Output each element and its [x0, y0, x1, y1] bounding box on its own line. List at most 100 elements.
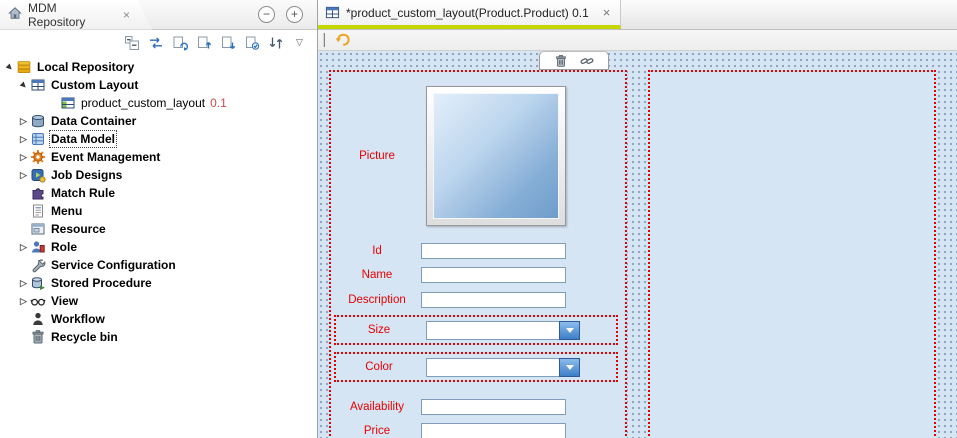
repository-tree: Local Repository Custom Layout product_c…	[0, 55, 317, 438]
availability-input[interactable]	[421, 399, 566, 415]
gear-icon	[30, 149, 46, 165]
availability-field-row[interactable]: Availability	[333, 399, 623, 415]
id-input[interactable]	[421, 243, 566, 259]
chevron-down-icon[interactable]	[559, 321, 580, 340]
repository-toolbar	[0, 30, 317, 55]
region-action-toolbar	[539, 51, 609, 70]
tree-item-service-configuration[interactable]: Service Configuration	[0, 256, 317, 274]
expander-icon[interactable]	[17, 292, 30, 310]
refresh-icon[interactable]	[168, 32, 191, 53]
custom-layout-icon	[30, 77, 46, 93]
size-dropdown-value	[426, 321, 559, 340]
expander-spacer	[47, 94, 60, 112]
repository-tab-title: MDM Repository	[28, 1, 115, 29]
undo-icon[interactable]	[333, 31, 353, 49]
check-in-icon[interactable]	[192, 32, 215, 53]
panel-window-buttons: − +	[258, 6, 303, 23]
tab-mdm-repository[interactable]: MDM Repository ×	[0, 0, 152, 30]
description-input[interactable]	[421, 292, 566, 308]
tree-item-product-custom-layout[interactable]: product_custom_layout 0.1	[0, 94, 317, 112]
data-model-icon	[30, 131, 46, 147]
expander-spacer	[17, 256, 30, 274]
close-icon[interactable]: ×	[123, 8, 130, 22]
description-field-label: Description	[333, 294, 421, 306]
stored-procedure-icon	[30, 275, 46, 291]
update-icon[interactable]	[240, 32, 263, 53]
editor-tabbar: *product_custom_layout(Product.Product) …	[318, 0, 957, 30]
layout-canvas[interactable]: Picture Id Name Description	[318, 51, 957, 438]
link-with-editor-icon[interactable]	[144, 32, 167, 53]
tree-item-job-designs[interactable]: Job Designs	[0, 166, 317, 184]
expander-spacer	[17, 184, 30, 202]
document-icon	[30, 203, 46, 219]
editor-tab-title: *product_custom_layout(Product.Product) …	[346, 6, 589, 20]
size-field-label: Size	[336, 324, 422, 336]
trash-icon	[30, 329, 46, 345]
tree-item-data-model[interactable]: Data Model	[0, 130, 317, 148]
price-field-label: Price	[333, 425, 421, 437]
color-dropdown[interactable]	[426, 358, 580, 377]
description-field-row[interactable]: Description	[333, 292, 623, 308]
tree-item-local-repository[interactable]: Local Repository	[0, 58, 317, 76]
job-designs-icon	[30, 167, 46, 183]
sort-icon[interactable]	[264, 32, 287, 53]
expander-icon[interactable]	[17, 238, 30, 256]
tree-item-data-container[interactable]: Data Container	[0, 112, 317, 130]
maximize-button[interactable]: +	[286, 6, 303, 23]
form-region[interactable]: Picture Id Name Description	[329, 70, 627, 438]
expander-icon[interactable]	[17, 274, 30, 292]
name-input[interactable]	[421, 267, 566, 283]
price-input[interactable]	[421, 423, 566, 438]
chevron-down-icon[interactable]	[559, 358, 580, 377]
window-icon	[30, 221, 46, 237]
tree-item-role[interactable]: Role	[0, 238, 317, 256]
tree-item-stored-procedure[interactable]: Stored Procedure	[0, 274, 317, 292]
check-out-icon[interactable]	[216, 32, 239, 53]
picture-field-label: Picture	[333, 150, 421, 162]
id-field-row[interactable]: Id	[333, 243, 623, 259]
picture-field-row[interactable]: Picture	[333, 86, 623, 226]
application-window: MDM Repository × − +	[0, 0, 957, 438]
tree-item-menu[interactable]: Menu	[0, 202, 317, 220]
editor-area: *product_custom_layout(Product.Product) …	[318, 0, 957, 438]
tree-item-recycle-bin[interactable]: Recycle bin	[0, 328, 317, 346]
view-menu-icon[interactable]	[288, 32, 311, 53]
minimize-button[interactable]: −	[258, 6, 275, 23]
data-container-icon	[30, 113, 46, 129]
expander-icon[interactable]	[17, 112, 30, 130]
layout-editor-icon	[325, 5, 340, 20]
empty-region[interactable]	[648, 70, 936, 438]
size-subregion[interactable]: Size	[334, 315, 618, 345]
expander-icon[interactable]	[17, 76, 30, 94]
expander-icon[interactable]	[3, 58, 16, 76]
link-icon[interactable]	[580, 54, 594, 68]
editor-toolbar	[318, 30, 957, 51]
toolbar-grip	[323, 33, 327, 47]
expander-icon[interactable]	[17, 166, 30, 184]
delete-region-icon[interactable]	[554, 54, 568, 68]
tree-item-event-management[interactable]: Event Management	[0, 148, 317, 166]
expander-spacer	[17, 328, 30, 346]
expander-spacer	[17, 310, 30, 328]
name-field-row[interactable]: Name	[333, 267, 623, 283]
tree-item-custom-layout[interactable]: Custom Layout	[0, 76, 317, 94]
availability-field-label: Availability	[333, 401, 421, 413]
close-icon[interactable]: ×	[603, 5, 611, 20]
expander-icon[interactable]	[17, 148, 30, 166]
tree-item-match-rule[interactable]: Match Rule	[0, 184, 317, 202]
tree-item-workflow[interactable]: Workflow	[0, 310, 317, 328]
price-field-row[interactable]: Price	[333, 423, 623, 438]
repository-icon	[16, 59, 32, 75]
size-dropdown[interactable]	[426, 321, 580, 340]
tab-product-custom-layout[interactable]: *product_custom_layout(Product.Product) …	[318, 0, 621, 29]
tree-item-view[interactable]: View	[0, 292, 317, 310]
collapse-all-icon[interactable]	[120, 32, 143, 53]
color-subregion[interactable]: Color	[334, 352, 618, 382]
tree-item-resource[interactable]: Resource	[0, 220, 317, 238]
id-field-label: Id	[333, 245, 421, 257]
home-icon	[8, 6, 22, 23]
puzzle-icon	[30, 185, 46, 201]
expander-icon[interactable]	[17, 130, 30, 148]
expander-spacer	[17, 202, 30, 220]
picture-placeholder[interactable]	[426, 86, 566, 226]
